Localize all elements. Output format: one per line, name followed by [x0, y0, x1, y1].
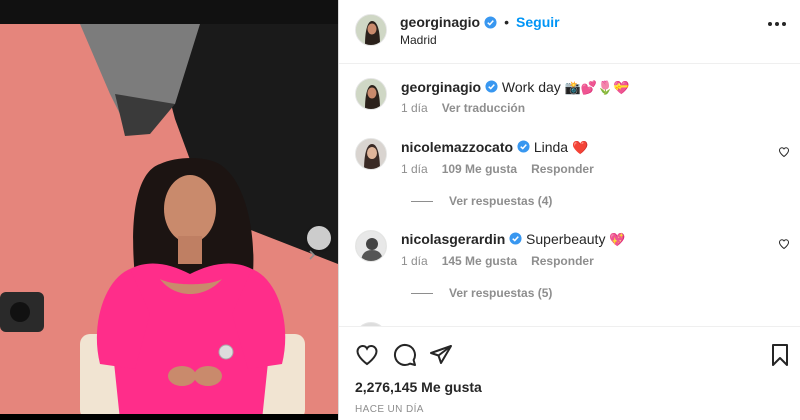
- separator-dot: •: [504, 14, 510, 30]
- bookmark-icon[interactable]: [768, 343, 792, 367]
- comment-meta: 1 día 145 Me gusta Responder: [401, 254, 594, 268]
- verified-badge-icon: [485, 80, 498, 93]
- comment-avatar[interactable]: [355, 138, 387, 170]
- caption-text-line: georginagio Work day 📸💕🌷💝: [401, 78, 629, 98]
- verified-badge-icon: [509, 232, 522, 245]
- verified-badge-icon: [484, 15, 497, 29]
- replies-dash: [411, 200, 433, 202]
- header-line: georginagio • Seguir: [400, 14, 560, 30]
- comment-meta: 1 día 109 Me gusta Responder: [401, 162, 594, 176]
- translate-link[interactable]: Ver traducción: [442, 101, 525, 115]
- reply-button[interactable]: Responder: [531, 254, 594, 268]
- view-replies-label: Ver respuestas (5): [449, 286, 553, 300]
- heart-icon[interactable]: [355, 343, 379, 367]
- avatar-image: [356, 15, 386, 45]
- reply-button[interactable]: Responder: [531, 162, 594, 176]
- caption-time[interactable]: 1 día: [401, 101, 428, 115]
- comment-icon[interactable]: [393, 343, 417, 367]
- comments-list[interactable]: georginagio Work day 📸💕🌷💝 1 día Ver trad…: [339, 64, 800, 326]
- caption-text: Work day: [501, 79, 561, 95]
- author-username[interactable]: georginagio: [400, 14, 480, 30]
- post-location[interactable]: Madrid: [400, 33, 437, 47]
- comment-text-line: nicolemazzocato Linda ❤️: [401, 138, 588, 158]
- comment-avatar[interactable]: [355, 230, 387, 262]
- like-count[interactable]: 2,276,145 Me gusta: [355, 379, 482, 395]
- heart-icon[interactable]: [778, 146, 790, 158]
- post-actions: 2,276,145 Me gusta HACE UN DÍA: [339, 326, 800, 420]
- verified-badge-icon: [517, 140, 530, 153]
- follow-button[interactable]: Seguir: [516, 14, 560, 30]
- caption-avatar[interactable]: [355, 78, 387, 110]
- comment-emoji: ❤️: [571, 141, 589, 156]
- post-timestamp[interactable]: HACE UN DÍA: [355, 404, 424, 415]
- avatar-image: [356, 139, 386, 169]
- photo-bottom-strip: [0, 414, 338, 420]
- comment-time[interactable]: 1 día: [401, 162, 428, 176]
- comment-emoji: 💖: [609, 233, 626, 248]
- comment-likes[interactable]: 109 Me gusta: [442, 162, 517, 176]
- comment-text: Superbeauty: [526, 231, 606, 247]
- more-options-icon[interactable]: [768, 22, 786, 26]
- author-avatar[interactable]: [355, 14, 387, 46]
- comment-username[interactable]: nicolemazzocato: [401, 139, 513, 155]
- heart-icon[interactable]: [778, 238, 790, 250]
- replies-dash: [411, 292, 433, 294]
- avatar-image: [356, 231, 386, 261]
- post-image: [0, 24, 338, 420]
- avatar-image: [356, 79, 386, 109]
- photo-top-strip: [0, 0, 338, 24]
- comment-username[interactable]: nicolasgerardin: [401, 231, 505, 247]
- post-header: georginagio • Seguir Madrid: [339, 0, 800, 64]
- comment-time[interactable]: 1 día: [401, 254, 428, 268]
- caption-meta: 1 día Ver traducción: [401, 101, 525, 115]
- chevron-right-icon: [309, 250, 316, 260]
- post-side-panel: georginagio • Seguir Madrid georginagio …: [339, 0, 800, 420]
- comment-likes[interactable]: 145 Me gusta: [442, 254, 517, 268]
- next-photo-button[interactable]: [307, 226, 331, 260]
- share-icon[interactable]: [429, 343, 453, 367]
- caption-emojis: 📸💕🌷💝: [564, 81, 630, 96]
- comment-text: Linda: [533, 139, 569, 155]
- view-replies-button[interactable]: Ver respuestas (5): [411, 286, 552, 300]
- view-replies-label: Ver respuestas (4): [449, 194, 553, 208]
- comment-text-line: nicolasgerardin Superbeauty 💖: [401, 230, 626, 250]
- view-replies-button[interactable]: Ver respuestas (4): [411, 194, 552, 208]
- post-photo[interactable]: [0, 0, 338, 420]
- caption-username[interactable]: georginagio: [401, 79, 481, 95]
